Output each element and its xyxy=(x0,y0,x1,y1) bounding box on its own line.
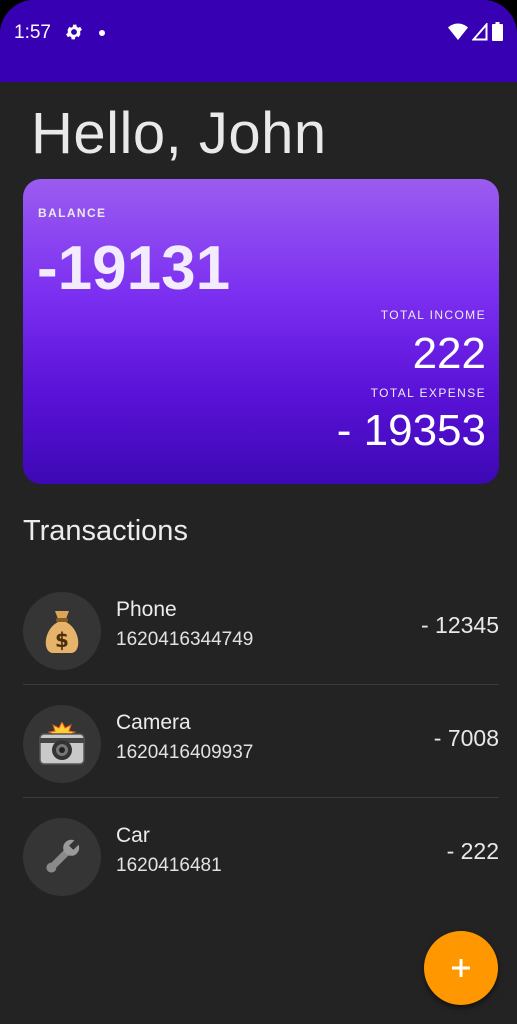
status-bar: 1:57 xyxy=(0,0,517,82)
signal-icon xyxy=(472,22,488,40)
transaction-timestamp: 1620416481 xyxy=(116,855,222,876)
transaction-timestamp: 1620416409937 xyxy=(116,742,254,763)
transaction-list: $ Phone 1620416344749 - 12345 Camera 162… xyxy=(23,572,499,911)
phone-screen: 1:57 Hello, John BALANCE -19131 TOTAL IN… xyxy=(0,0,517,1024)
transaction-amount: - 12345 xyxy=(420,612,499,638)
wifi-icon xyxy=(448,23,468,40)
wrench-icon xyxy=(46,839,80,873)
transaction-item-car[interactable]: Car 1620416481 - 222 xyxy=(23,798,499,911)
notification-dot-icon xyxy=(99,30,105,36)
money-bag-icon: $ xyxy=(45,611,79,653)
gear-icon xyxy=(66,24,82,40)
transaction-avatar: $ xyxy=(23,592,101,670)
transaction-item-camera[interactable]: Camera 1620416409937 - 7008 xyxy=(23,685,499,798)
transaction-item-phone[interactable]: $ Phone 1620416344749 - 12345 xyxy=(23,572,499,685)
total-expense-value: - 19353 xyxy=(336,406,486,455)
total-income-value: 222 xyxy=(412,329,486,378)
transaction-avatar xyxy=(23,705,101,783)
transaction-name: Camera xyxy=(116,711,191,734)
transaction-name: Car xyxy=(116,824,150,847)
transaction-avatar xyxy=(23,818,101,896)
add-transaction-button[interactable] xyxy=(424,931,498,1005)
transaction-timestamp: 1620416344749 xyxy=(116,629,254,650)
transactions-title: Transactions xyxy=(23,515,188,547)
total-income-label: TOTAL INCOME xyxy=(380,308,486,322)
svg-text:$: $ xyxy=(55,628,69,652)
battery-icon xyxy=(492,22,503,41)
greeting-title: Hello, John xyxy=(31,101,327,166)
camera-flash-icon xyxy=(39,722,85,765)
balance-label: BALANCE xyxy=(38,206,107,220)
status-time: 1:57 xyxy=(14,22,51,43)
transaction-name: Phone xyxy=(116,598,177,621)
balance-card: BALANCE -19131 TOTAL INCOME 222 TOTAL EX… xyxy=(23,179,499,484)
total-expense-label: TOTAL EXPENSE xyxy=(370,386,486,400)
transaction-amount: - 222 xyxy=(446,838,499,864)
system-icons xyxy=(448,22,503,41)
balance-value: -19131 xyxy=(37,234,231,303)
plus-icon xyxy=(452,959,470,977)
transaction-amount: - 7008 xyxy=(433,725,499,751)
